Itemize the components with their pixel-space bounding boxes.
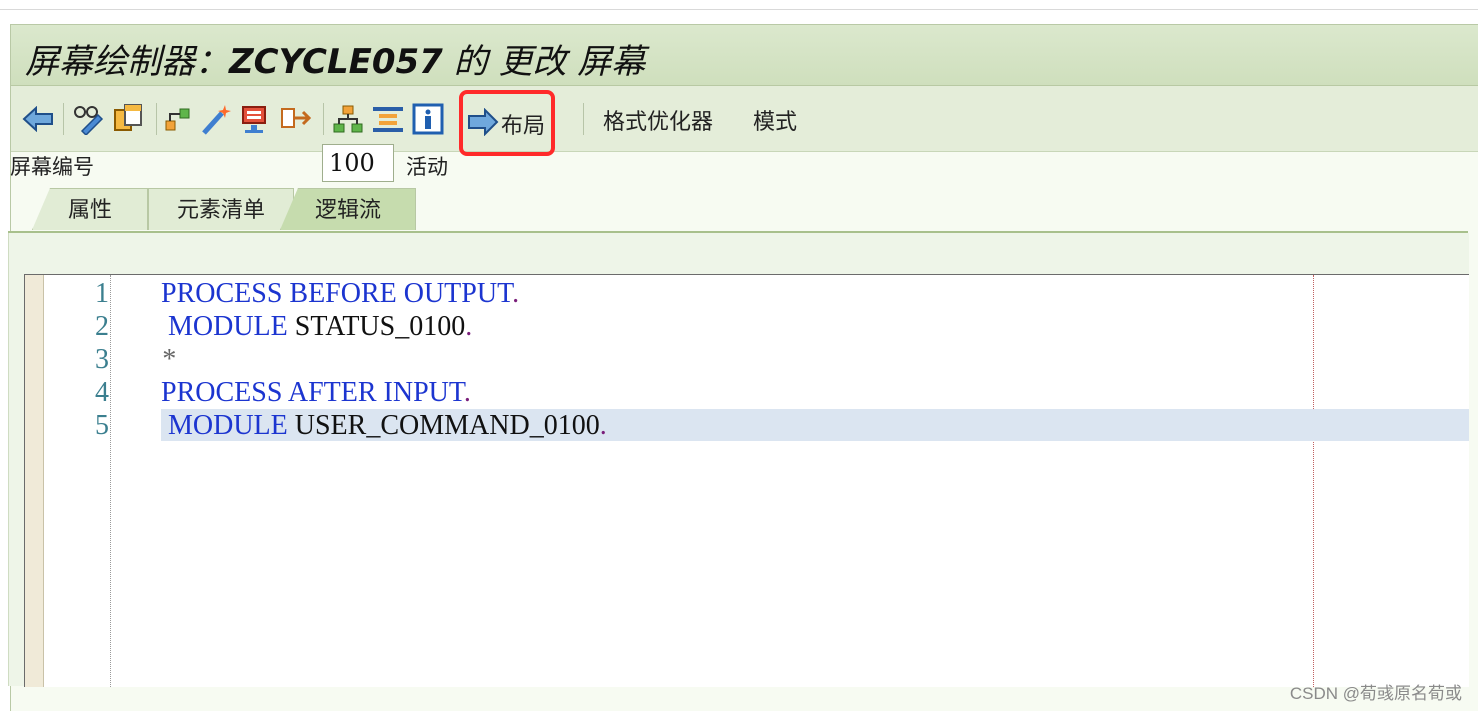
flow-logic-editor[interactable]: 1 PROCESS BEFORE OUTPUT. 2 MODULE STATUS… — [24, 274, 1469, 687]
title-suffix: 的 更改 屏幕 — [442, 42, 646, 82]
application-toolbar: 布局 格式优化器 模式 — [11, 86, 1478, 156]
code-line[interactable]: 4 PROCESS AFTER INPUT. — [25, 376, 1469, 408]
tab-flow-logic-label: 逻辑流 — [314, 198, 381, 223]
period: . — [512, 278, 520, 309]
code-text: MODULE USER_COMMAND_0100. — [161, 409, 607, 443]
keyword: PROCESS BEFORE OUTPUT — [161, 278, 513, 309]
tab-attributes-label: 属性 — [67, 198, 112, 223]
tab-element-list[interactable]: 元素清单 — [148, 188, 294, 230]
keyword: MODULE — [161, 311, 288, 342]
screen-number-label: 屏幕编号 — [10, 155, 94, 179]
display-change-icon[interactable] — [71, 102, 105, 136]
line-number: 3 — [95, 344, 109, 375]
identifier: USER_COMMAND_0100 — [287, 410, 600, 441]
top-divider — [0, 9, 1478, 10]
info-icon[interactable] — [411, 102, 445, 136]
title-prefix: 屏幕绘制器： — [25, 42, 229, 82]
screen-status: 活动 — [406, 155, 448, 179]
wand-icon[interactable] — [199, 102, 233, 136]
line-number: 4 — [95, 377, 109, 408]
back-icon[interactable] — [21, 102, 55, 136]
line-number: 1 — [95, 278, 109, 309]
title-bar: 屏幕绘制器：ZCYCLE057 的 更改 屏幕 — [11, 25, 1478, 86]
copy-icon[interactable] — [111, 102, 145, 136]
tab-strip: 属性 元素清单 逻辑流 — [18, 188, 438, 234]
tab-underline — [8, 231, 1468, 233]
period: . — [599, 410, 607, 441]
layout-label: 布局 — [501, 114, 546, 139]
format-optimizer-button[interactable]: 格式优化器 — [603, 104, 713, 136]
title-program: ZCYCLE057 — [229, 42, 443, 82]
code-line-current[interactable]: 5 MODULE USER_COMMAND_0100. — [25, 407, 1469, 441]
org-icon[interactable] — [331, 102, 365, 136]
code-text: PROCESS AFTER INPUT. — [161, 376, 471, 410]
forward-arrow-icon — [467, 107, 499, 140]
keyword: PROCESS AFTER INPUT — [161, 377, 464, 408]
hierarchy-icon[interactable] — [161, 102, 195, 136]
tab-element-list-label: 元素清单 — [176, 198, 265, 223]
tab-attributes[interactable]: 属性 — [32, 188, 148, 230]
line-number: 2 — [95, 311, 109, 342]
list-icon[interactable] — [371, 102, 405, 136]
screen-icon[interactable] — [239, 102, 273, 136]
code-text: MODULE STATUS_0100. — [161, 310, 472, 344]
comment: * — [161, 344, 175, 375]
screen-number-field[interactable]: 100 — [322, 144, 394, 182]
page-title: 屏幕绘制器：ZCYCLE057 的 更改 屏幕 — [25, 34, 645, 83]
transfer-icon[interactable] — [279, 102, 313, 136]
code-line[interactable]: 3 * — [25, 343, 1469, 375]
watermark: CSDN @荀彧原名荀或 — [1289, 684, 1462, 703]
period: . — [463, 377, 471, 408]
code-text: PROCESS BEFORE OUTPUT. — [161, 277, 519, 311]
layout-button[interactable]: 布局 — [459, 90, 555, 156]
code-line[interactable]: 2 MODULE STATUS_0100. — [25, 310, 1469, 342]
code-line[interactable]: 1 PROCESS BEFORE OUTPUT. — [25, 277, 1469, 309]
tab-flow-logic[interactable]: 逻辑流 — [280, 188, 416, 230]
line-number: 5 — [95, 410, 109, 441]
keyword: MODULE — [161, 410, 288, 441]
mode-button[interactable]: 模式 — [753, 104, 797, 136]
period: . — [465, 311, 473, 342]
identifier: STATUS_0100 — [287, 311, 466, 342]
